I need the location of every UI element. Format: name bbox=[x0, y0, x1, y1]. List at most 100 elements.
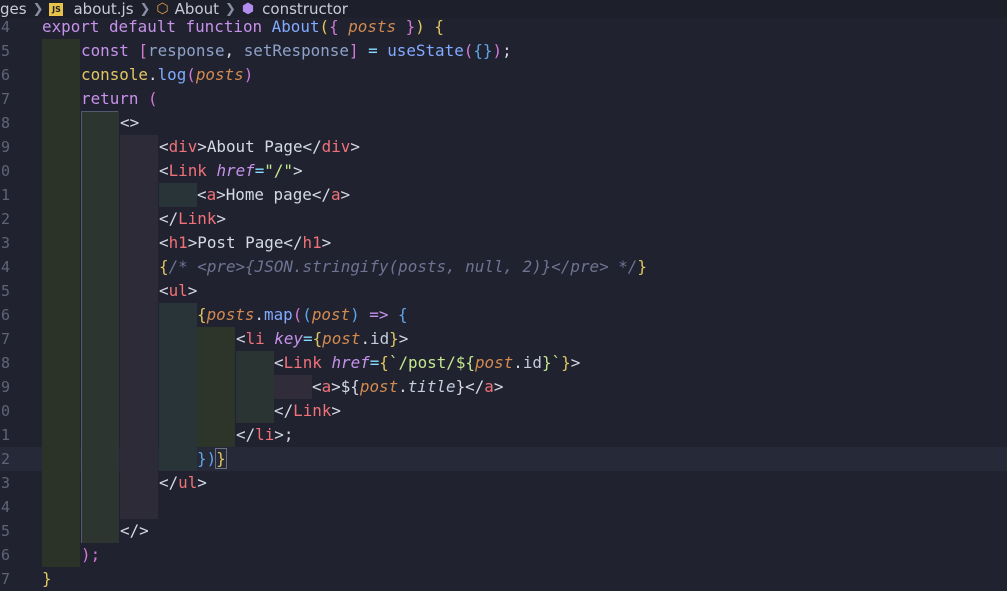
indent-guide bbox=[120, 423, 158, 447]
line-number: 0 bbox=[0, 162, 10, 180]
code-line[interactable]: 9 <a>${post.title}</a> bbox=[0, 375, 1007, 399]
code-text: <a>Home page</a> bbox=[197, 185, 351, 204]
code-line[interactable]: 5 const [response, setResponse] = useSta… bbox=[0, 39, 1007, 63]
code-text: const [response, setResponse] = useState… bbox=[81, 41, 512, 60]
code-line[interactable]: 0 <Link href="/"> bbox=[0, 159, 1007, 183]
indent-guide bbox=[42, 135, 80, 159]
code-line[interactable]: 1 </li>; bbox=[0, 423, 1007, 447]
bracket-guide-line bbox=[81, 111, 118, 112]
code-text: return ( bbox=[81, 89, 158, 108]
line-number: 5 bbox=[0, 522, 10, 540]
code-line[interactable]: 0 </Link> bbox=[0, 399, 1007, 423]
indent-guide bbox=[120, 327, 158, 351]
code-text: })} bbox=[197, 448, 227, 469]
indent-guide bbox=[81, 447, 119, 471]
indent-guide bbox=[120, 447, 158, 471]
code-line[interactable]: 1 <a>Home page</a> bbox=[0, 183, 1007, 207]
code-text: {posts.map((post) => { bbox=[197, 305, 408, 324]
code-text: <ul> bbox=[159, 281, 198, 300]
code-line[interactable]: 3 </ul> bbox=[0, 471, 1007, 495]
indent-guide bbox=[42, 327, 80, 351]
indent-guide bbox=[120, 495, 158, 519]
indent-guide bbox=[120, 135, 158, 159]
code-line[interactable]: 6 ); bbox=[0, 543, 1007, 567]
code-line[interactable]: 4 bbox=[0, 495, 1007, 519]
line-number: 4 bbox=[0, 498, 10, 516]
code-line[interactable]: 4 {/* <pre>{JSON.stringify(posts, null, … bbox=[0, 255, 1007, 279]
line-number: 2 bbox=[0, 450, 10, 468]
indent-guide bbox=[197, 399, 235, 423]
line-number: 7 bbox=[0, 330, 10, 348]
code-line[interactable]: 8 <Link href={`/post/${post.id}`}> bbox=[0, 351, 1007, 375]
indent-guide bbox=[197, 375, 235, 399]
indent-guide bbox=[42, 39, 80, 63]
code-line[interactable]: 6 {posts.map((post) => { bbox=[0, 303, 1007, 327]
code-line[interactable]: 7 <li key={post.id}> bbox=[0, 327, 1007, 351]
indent-guide bbox=[81, 135, 119, 159]
line-number: 6 bbox=[0, 546, 10, 564]
indent-guide bbox=[159, 447, 197, 471]
indent-guide bbox=[159, 399, 197, 423]
indent-guide bbox=[120, 207, 158, 231]
code-line[interactable]: 5 <ul> bbox=[0, 279, 1007, 303]
line-number: 2 bbox=[0, 210, 10, 228]
code-text: <h1>Post Page</h1> bbox=[159, 233, 332, 252]
indent-guide bbox=[42, 543, 80, 567]
indent-guide bbox=[159, 327, 197, 351]
code-line[interactable]: 5 </> bbox=[0, 519, 1007, 543]
code-line[interactable]: 2 </Link> bbox=[0, 207, 1007, 231]
indent-guide bbox=[42, 207, 80, 231]
code-editor[interactable]: 4 export default function About({ posts … bbox=[0, 15, 1007, 588]
line-number: 3 bbox=[0, 234, 10, 252]
indent-guide bbox=[42, 255, 80, 279]
code-line[interactable]: 7 } bbox=[0, 567, 1007, 591]
code-line-current[interactable]: 2 })} bbox=[0, 447, 1007, 471]
indent-guide bbox=[197, 423, 235, 447]
line-number: 3 bbox=[0, 474, 10, 492]
code-line[interactable]: 4 export default function About({ posts … bbox=[0, 15, 1007, 39]
indent-guide bbox=[159, 423, 197, 447]
indent-guide bbox=[42, 183, 80, 207]
line-number: 6 bbox=[0, 66, 10, 84]
line-number: 6 bbox=[0, 306, 10, 324]
indent-guide bbox=[42, 351, 80, 375]
indent-guide bbox=[42, 375, 80, 399]
line-number: 7 bbox=[0, 570, 10, 588]
line-number: 5 bbox=[0, 42, 10, 60]
indent-guide bbox=[81, 375, 119, 399]
indent-guide bbox=[81, 399, 119, 423]
indent-guide bbox=[197, 327, 235, 351]
code-line[interactable]: 8 <> bbox=[0, 111, 1007, 135]
indent-guide bbox=[120, 279, 158, 303]
indent-guide bbox=[120, 183, 158, 207]
indent-guide bbox=[81, 351, 119, 375]
indent-guide bbox=[81, 303, 119, 327]
indent-guide bbox=[197, 351, 235, 375]
code-line[interactable]: 9 <div>About Page</div> bbox=[0, 135, 1007, 159]
indent-guide bbox=[42, 423, 80, 447]
indent-guide bbox=[120, 159, 158, 183]
indent-guide bbox=[159, 303, 197, 327]
code-line[interactable]: 7 return ( bbox=[0, 87, 1007, 111]
code-text: } bbox=[42, 569, 52, 588]
indent-guide bbox=[42, 63, 80, 87]
indent-guide bbox=[42, 471, 80, 495]
indent-guide bbox=[120, 471, 158, 495]
code-line[interactable]: 3 <h1>Post Page</h1> bbox=[0, 231, 1007, 255]
line-number: 4 bbox=[0, 258, 10, 276]
code-text: <Link href={`/post/${post.id}`}> bbox=[274, 353, 581, 372]
indent-guide bbox=[159, 351, 197, 375]
indent-guide bbox=[236, 399, 274, 423]
indent-guide bbox=[81, 519, 119, 543]
indent-guide bbox=[42, 111, 80, 135]
line-number: 1 bbox=[0, 426, 10, 444]
code-text: <a>${post.title}</a> bbox=[312, 377, 504, 396]
javascript-file-icon: JS bbox=[49, 2, 64, 16]
code-line[interactable]: 6 console.log(posts) bbox=[0, 63, 1007, 87]
indent-guide bbox=[42, 231, 80, 255]
indent-guide bbox=[120, 255, 158, 279]
bracket-guide-line bbox=[81, 111, 82, 543]
line-number: 9 bbox=[0, 378, 10, 396]
line-number: 9 bbox=[0, 138, 10, 156]
line-number: 0 bbox=[0, 402, 10, 420]
